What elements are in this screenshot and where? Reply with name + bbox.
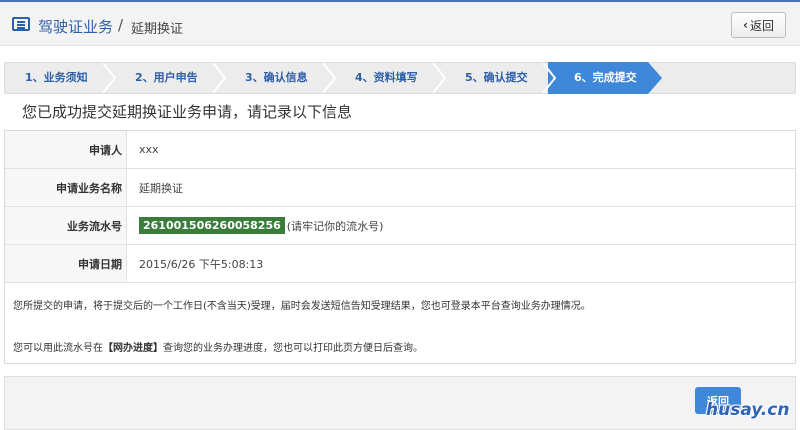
breadcrumb-root[interactable]: 驾驶证业务 [38, 16, 113, 37]
step-2: 2、用户申告 [135, 71, 198, 84]
step-3: 3、确认信息 [245, 71, 308, 84]
step-progress-bar: 1、业务须知 2、用户申告 3、确认信息 4、资料填写 5、确认提交 6、完成提… [4, 62, 796, 94]
step-4: 4、资料填写 [355, 71, 418, 84]
step-1: 1、业务须知 [25, 71, 88, 84]
serial-value-cell: 261001506260058256 (请牢记你的流水号) [139, 207, 383, 244]
business-label: 申请业务名称 [5, 169, 127, 206]
step-6-active: 6、完成提交 [574, 71, 637, 84]
chevron-left-icon: ‹ [743, 18, 748, 32]
progress-link[interactable]: 【网办进度】 [103, 343, 163, 354]
note-progress-prefix: 您可以用此流水号在 [13, 343, 103, 354]
date-label: 申请日期 [5, 245, 127, 282]
business-value: 延期换证 [139, 181, 183, 195]
note-progress: 您可以用此流水号在【网办进度】查询您的业务办理进度，您也可以打印此页方便日后查询… [13, 339, 423, 354]
back-button-top[interactable]: ‹ 返回 [731, 12, 786, 38]
serial-label: 业务流水号 [5, 207, 127, 244]
breadcrumb-separator: / [118, 16, 124, 34]
back-button-label: 返回 [749, 18, 774, 33]
list-icon [12, 17, 30, 31]
watermark: husay.cn [706, 400, 790, 420]
note-progress-suffix: 查询您的业务办理进度，您也可以打印此页方便日后查询。 [163, 343, 423, 354]
note-processing: 您所提交的申请，将于提交后的一个工作日(不含当天)受理，届时会发送短信告知受理结… [13, 301, 591, 312]
table-row-date: 申请日期 2015/6/26 下午5:08:13 [5, 245, 795, 283]
table-row-business: 申请业务名称 延期换证 [5, 169, 795, 207]
notes-section: 您所提交的申请，将于提交后的一个工作日(不含当天)受理，届时会发送短信告知受理结… [5, 283, 795, 363]
applicant-label: 申请人 [5, 131, 127, 168]
table-row-serial: 业务流水号 261001506260058256 (请牢记你的流水号) [5, 207, 795, 245]
page-header: 驾驶证业务 / 延期换证 ‹ 返回 [0, 0, 800, 46]
serial-hint: (请牢记你的流水号) [286, 219, 384, 233]
breadcrumb-current: 延期换证 [131, 22, 184, 37]
info-table: 申请人 xxx 申请业务名称 延期换证 业务流水号 26100150626005… [4, 130, 796, 364]
serial-number: 261001506260058256 [139, 217, 285, 234]
success-message: 您已成功提交延期换证业务申请，请记录以下信息 [22, 103, 353, 121]
footer-bar [4, 376, 796, 430]
applicant-value: xxx [139, 143, 159, 156]
step-5: 5、确认提交 [465, 71, 528, 84]
date-value: 2015/6/26 下午5:08:13 [139, 257, 264, 271]
table-row-applicant: 申请人 xxx [5, 131, 795, 169]
